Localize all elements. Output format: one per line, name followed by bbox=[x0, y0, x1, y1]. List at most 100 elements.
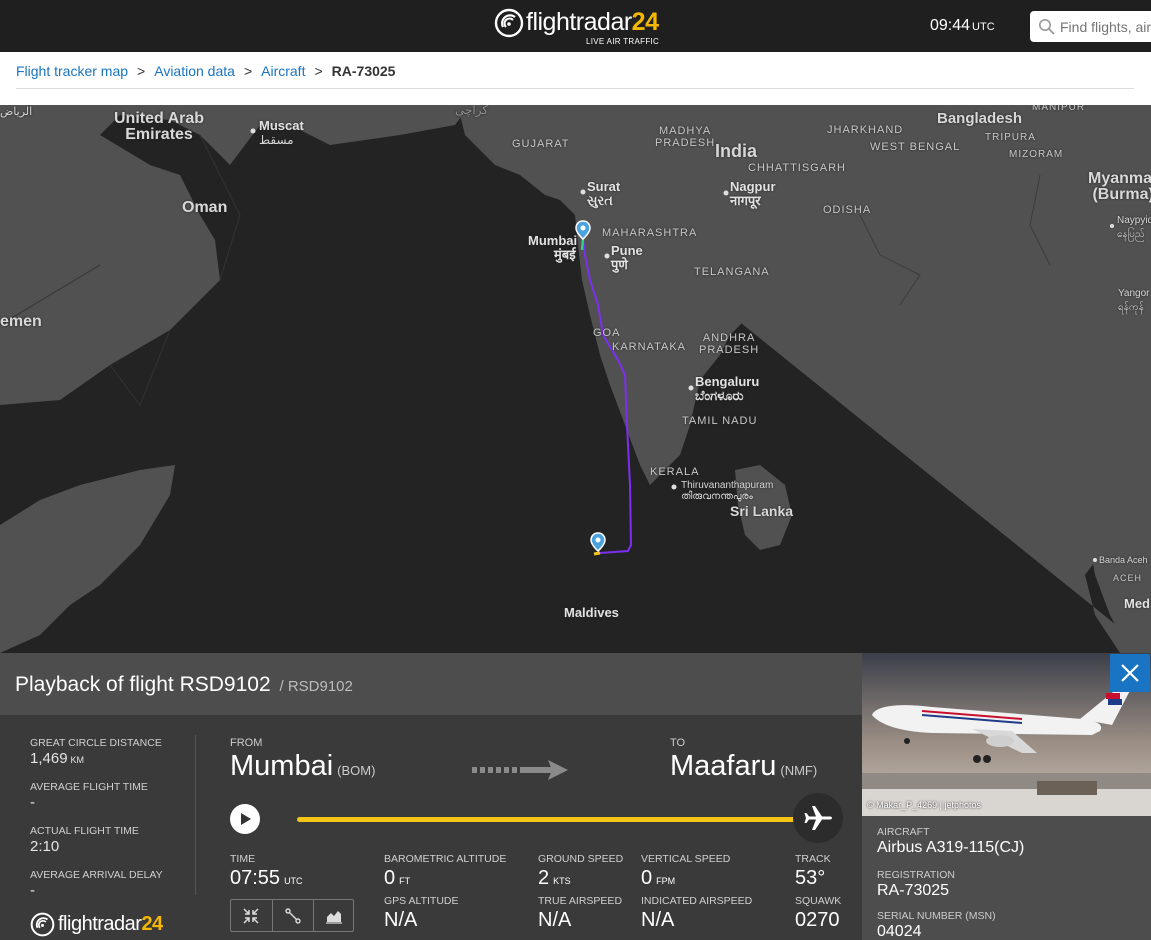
from-airport[interactable]: Mumbai (BOM) bbox=[230, 750, 375, 783]
breadcrumb-flight-tracker-map[interactable]: Flight tracker map bbox=[16, 63, 128, 79]
altitude-graph-button[interactable] bbox=[313, 900, 354, 931]
map-label-naypyidaw: Naypyid bbox=[1117, 215, 1151, 226]
to-airport[interactable]: Maafaru (NMF) bbox=[670, 750, 817, 783]
time-unit: UTC bbox=[284, 876, 303, 886]
plane-icon bbox=[804, 806, 832, 830]
map-label-telangana: TELANGANA bbox=[694, 266, 770, 278]
flight-map[interactable]: الرياض کراچی United Arab Emirates Muscat… bbox=[0, 105, 1151, 653]
playback-progress-bar[interactable] bbox=[297, 817, 817, 822]
land-africa bbox=[0, 465, 175, 653]
map-label-thiruvananthapuram-local: തിരുവനന്തപുരം bbox=[681, 491, 753, 502]
collapse-button[interactable] bbox=[231, 900, 272, 931]
metric-ground-speed: GROUND SPEED 2 KTS bbox=[538, 853, 623, 890]
radar-logo-icon bbox=[494, 8, 524, 38]
footer-brand-number: 24 bbox=[141, 913, 163, 935]
map-label-myanmar: Myanmar (Burma) bbox=[1088, 170, 1151, 203]
map-label-pune: Pune bbox=[611, 243, 643, 258]
metric-value: 53° bbox=[795, 867, 826, 889]
map-label-india: India bbox=[715, 141, 758, 161]
route-button[interactable] bbox=[272, 900, 313, 931]
metric-value: N/A bbox=[538, 909, 572, 931]
msn-value: 04024 bbox=[877, 923, 922, 940]
map-label-gujarat: GUJARAT bbox=[512, 138, 570, 150]
from-city: Mumbai bbox=[230, 750, 334, 782]
map-label-riyadh: الرياض bbox=[0, 106, 33, 118]
breadcrumb-separator: > bbox=[137, 63, 146, 79]
search-input[interactable] bbox=[1060, 11, 1151, 42]
logo-brand-number: 24 bbox=[631, 8, 659, 36]
route-path-icon bbox=[285, 908, 301, 924]
aircraft-type-label: AIRCRAFT bbox=[877, 826, 930, 838]
from-label: FROM bbox=[230, 737, 263, 749]
breadcrumb-aviation-data[interactable]: Aviation data bbox=[154, 63, 235, 79]
metric-value: N/A bbox=[641, 909, 675, 931]
photo-credit[interactable]: © Makar_P_4269 | jetphotos bbox=[867, 800, 981, 810]
map-label-muscat-local: مسقط bbox=[259, 133, 294, 147]
time-value: 07:55 bbox=[230, 867, 281, 889]
footer-brand-text: flightradar bbox=[58, 913, 142, 935]
search-box[interactable] bbox=[1030, 11, 1151, 42]
stat-value: - bbox=[30, 794, 35, 811]
map-label-thiruvananthapuram: Thiruvananthapuram bbox=[681, 480, 774, 491]
to-code: (NMF) bbox=[780, 763, 818, 778]
clock-time: 09:44 bbox=[930, 17, 971, 34]
map-label-mizoram: MIZORAM bbox=[1009, 149, 1064, 160]
stat-value: - bbox=[30, 882, 35, 899]
collapse-arrows-icon bbox=[243, 908, 259, 924]
registration-value: RA-73025 bbox=[877, 882, 950, 899]
metric-label: BAROMETRIC ALTITUDE bbox=[384, 853, 507, 865]
playback-callsign: / RSD9102 bbox=[279, 678, 353, 695]
registration-label: REGISTRATION bbox=[877, 869, 955, 881]
map-label-tamil-nadu: TAMIL NADU bbox=[682, 415, 758, 427]
play-button[interactable] bbox=[230, 804, 260, 834]
stat-label: AVERAGE ARRIVAL DELAY bbox=[30, 869, 163, 881]
map-label-tripura: TRIPURA bbox=[985, 132, 1036, 143]
map-label-jharkhand: JHARKHAND bbox=[827, 124, 904, 136]
breadcrumb-current: RA-73025 bbox=[331, 63, 396, 79]
metric-label: INDICATED AIRSPEED bbox=[641, 895, 753, 907]
destination-pin-icon bbox=[590, 532, 606, 552]
metric-value: 0 FT bbox=[384, 867, 506, 890]
aircraft-photo[interactable]: © Makar_P_4269 | jetphotos bbox=[862, 653, 1151, 816]
metric-squawk: SQUAWK 0270 bbox=[795, 895, 841, 932]
vertical-speed-value: 0 bbox=[641, 867, 653, 889]
metric-label: GROUND SPEED bbox=[538, 853, 624, 865]
metric-true-airspeed: TRUE AIRSPEED N/A bbox=[538, 895, 622, 932]
footer-wordmark: flightradar24 bbox=[58, 913, 163, 936]
logo-wordmark: flightradar24 bbox=[526, 8, 659, 37]
metric-value: N/A bbox=[384, 909, 418, 931]
metric-label: SQUAWK bbox=[795, 895, 842, 907]
utc-clock: 09:44 UTC bbox=[930, 17, 995, 35]
route-arrow-icon bbox=[472, 760, 568, 780]
stat-label: ACTUAL FLIGHT TIME bbox=[30, 825, 139, 837]
map-label-bangladesh: Bangladesh bbox=[937, 110, 1023, 127]
stat-label: GREAT CIRCLE DISTANCE bbox=[30, 737, 162, 749]
breadcrumb-aircraft[interactable]: Aircraft bbox=[261, 63, 305, 79]
clock-zone: UTC bbox=[972, 21, 995, 33]
metric-indicated-airspeed: INDICATED AIRSPEED N/A bbox=[641, 895, 752, 932]
metric-value: 2 KTS bbox=[538, 867, 623, 890]
map-label-yangon-local: ရန်ကုန် bbox=[1118, 302, 1144, 313]
map-label-bengaluru: Bengaluru bbox=[695, 374, 760, 389]
breadcrumb-separator: > bbox=[314, 63, 323, 79]
map-label-mumbai: Mumbai bbox=[528, 233, 578, 248]
aircraft-photo-image bbox=[862, 653, 1151, 816]
map-label-nagpur: Nagpur bbox=[730, 179, 776, 194]
top-bar: flightradar24 LIVE AIR TRAFFIC 09:44 UTC bbox=[0, 0, 1151, 52]
stat-distance-value: 1,469 bbox=[30, 750, 68, 767]
playback-scrubber-handle[interactable] bbox=[793, 793, 843, 843]
search-icon bbox=[1039, 19, 1055, 35]
close-button[interactable] bbox=[1110, 654, 1150, 692]
metric-barometric-altitude: BAROMETRIC ALTITUDE 0 FT bbox=[384, 853, 506, 890]
baro-alt-unit: FT bbox=[399, 876, 411, 886]
map-label-uae: United Arab Emirates bbox=[114, 110, 205, 143]
map-label-goa: GOA bbox=[593, 327, 621, 339]
map-label-chhattisgarh: CHHATTISGARH bbox=[748, 162, 846, 174]
map-label-muscat: Muscat bbox=[259, 118, 304, 133]
ground-speed-unit: KTS bbox=[553, 876, 571, 886]
from-code: (BOM) bbox=[337, 763, 376, 778]
stat-value: 2:10 bbox=[30, 838, 60, 855]
metric-value: 0 FPM bbox=[641, 867, 730, 890]
metric-value: 0270 bbox=[795, 909, 840, 931]
playback-title-text: Playback of flight RSD9102 bbox=[15, 673, 271, 696]
